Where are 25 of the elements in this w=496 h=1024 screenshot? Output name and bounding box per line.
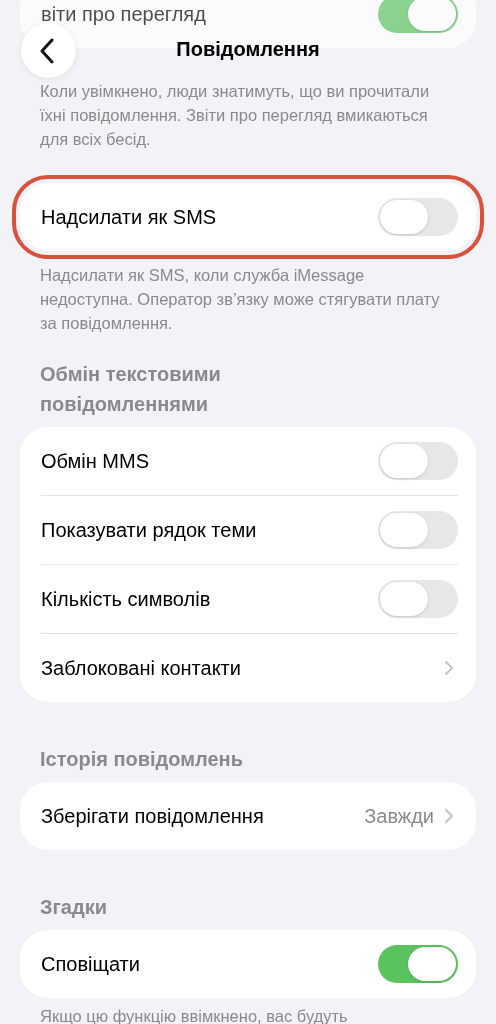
back-button[interactable]: [21, 23, 76, 78]
toggle-switch[interactable]: [378, 442, 458, 480]
row-label: Сповіщати: [41, 952, 141, 976]
section-header: Обмін текстовими повідомленнями: [39, 362, 222, 417]
toggle-switch[interactable]: [378, 198, 458, 236]
row-label: Обмін MMS: [41, 449, 151, 473]
row-label: Кількість символів: [41, 587, 212, 611]
row-label: Показувати рядок теми: [41, 518, 258, 542]
row-label: Заблоковані контакти: [41, 656, 242, 680]
toggle-switch[interactable]: [378, 580, 458, 618]
toggle-switch[interactable]: [378, 511, 458, 549]
screen-title: Повідомлення: [176, 38, 320, 61]
section-footnote: Надсилати як SMS, коли служба iMessage недоступна. Оператор зв’язку може стягувати плату за повідомлення.: [40, 265, 441, 334]
row-label: Зберігати повідомлення: [41, 804, 265, 828]
row-value: Завжди: [364, 804, 434, 828]
back-chevron-icon: [38, 37, 55, 64]
section-header: Історія повідомлень: [39, 747, 244, 772]
row-label: віти про перегляд: [41, 2, 207, 26]
section-footnote: Коли увімкнено, люди знатимуть, що ви прочитали їхні повідомлення. Звіти про перегляд вмикаються для всіх бесід.: [40, 81, 431, 150]
row-label: Надсилати як SMS: [41, 205, 218, 229]
section-header: Згадки: [39, 895, 108, 920]
chevron-icon: [444, 808, 454, 824]
toggle-switch[interactable]: [378, 945, 458, 983]
toggle-switch[interactable]: [378, 0, 458, 33]
chevron-icon: [444, 660, 454, 676]
